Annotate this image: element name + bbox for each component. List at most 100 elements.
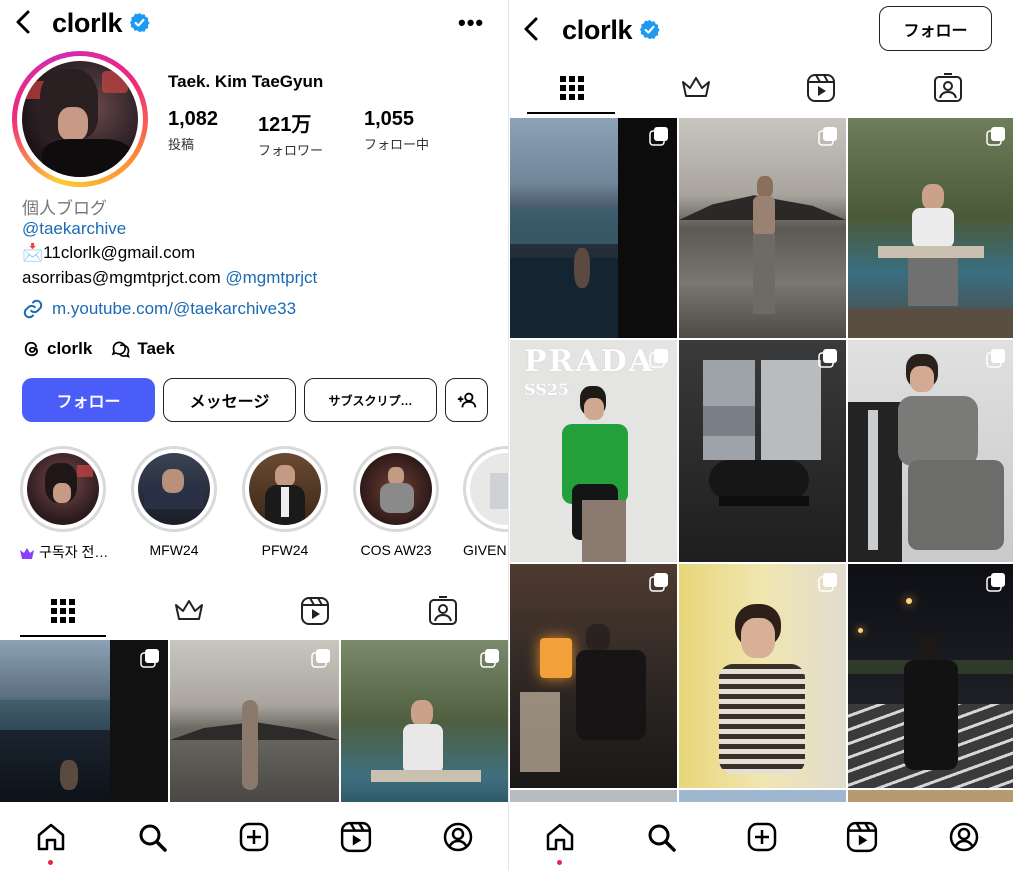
nav-profile[interactable] [946,819,982,855]
tab-reels[interactable] [791,62,851,114]
nav-create[interactable] [744,819,780,855]
grid-post[interactable] [848,564,1013,788]
nav-reels[interactable] [338,819,374,855]
threads-links: clorlk Taek [22,339,175,359]
suggest-users-button[interactable] [445,378,488,422]
more-options-icon[interactable]: ••• [458,10,484,36]
bio-handle-link[interactable]: @taekarchive [22,219,126,239]
highlight-item[interactable]: 구독자 전… [19,446,108,562]
stat-number: 1,055 [364,108,415,130]
nav-search[interactable] [643,819,679,855]
grid-post[interactable] [0,640,168,802]
multi-photo-icon [986,349,1005,368]
nav-home[interactable] [33,819,69,855]
profile-username: clorlk [562,15,633,45]
tab-subscriptions[interactable] [666,62,726,114]
grid-post[interactable] [170,640,339,802]
posts-count[interactable]: 1,082 投稿 [168,108,218,153]
chevron-left-icon[interactable] [518,15,546,43]
grid-post[interactable] [679,340,846,562]
tagged-icon [429,596,457,625]
grid-post[interactable] [679,118,846,338]
home-icon [546,823,574,851]
message-button[interactable]: メッセージ [163,378,296,422]
nav-search[interactable] [134,819,170,855]
bio-email: asorribas@mgmtprjct.com [22,268,221,287]
highlight-label: 구독자 전… [19,542,108,562]
threads-badge-2[interactable]: Taek [110,339,175,359]
grid-post[interactable] [848,118,1013,338]
grid-icon [560,76,584,100]
multi-photo-icon [649,349,668,368]
link-chain-icon [23,299,43,319]
chevron-left-icon[interactable] [10,8,38,36]
multi-photo-icon [986,573,1005,592]
highlight-label: COS AW23 [360,542,432,558]
highlight-cover [360,453,432,525]
grid-post[interactable] [341,640,508,802]
prada-logo-text: PRADA [524,344,655,379]
following-count[interactable]: 1,055 フォロー中 [364,108,429,153]
bio-email: 11clorlk@gmail.com [43,243,196,262]
crown-icon [175,600,203,620]
highlight-item[interactable]: GIVEN [463,446,508,558]
threads-name: Taek [137,339,175,358]
nav-profile[interactable] [440,819,476,855]
tab-tagged[interactable] [918,62,978,114]
profile-full-name: Taek. Kim TaeGyun [168,72,324,91]
highlight-label: MFW24 [149,542,199,558]
threads-username: clorlk [47,339,93,358]
highlight-item[interactable]: COS AW23 [352,446,440,558]
bio-email-line: 📩11clorlk@gmail.com [22,243,195,263]
highlight-cover [138,453,210,525]
tab-active-indicator [527,112,615,114]
highlight-label: GIVEN [463,542,507,558]
threads-badge[interactable]: clorlk [22,339,92,359]
profile-tabs [0,585,508,637]
home-icon [37,823,65,851]
tab-posts[interactable] [33,585,93,637]
multi-photo-icon [818,349,837,368]
link-text: m.youtube.com/@taekarchive33 [52,299,297,318]
stat-label: フォロー中 [364,137,430,152]
grid-post[interactable]: PRADA SS25 [510,340,677,562]
profile-username: clorlk [52,8,123,38]
profile-screen-right: clorlk フォロー PRADA SS25 [508,0,1013,870]
highlight-item[interactable]: MFW24 [130,446,218,558]
multi-photo-icon [649,573,668,592]
follow-button[interactable]: フォロー [22,378,155,422]
follow-button-compact[interactable]: フォロー [879,6,992,51]
multi-photo-icon [140,649,159,668]
profile-icon [443,822,473,852]
grid-post[interactable] [510,118,677,338]
highlight-item[interactable]: PFW24 [241,446,329,558]
crown-icon [682,77,710,97]
tab-tagged[interactable] [413,585,473,637]
nav-create[interactable] [236,819,272,855]
stat-label: フォロワー [258,143,324,158]
grid-post[interactable] [679,564,846,788]
search-icon [139,824,167,852]
verified-badge-icon [129,12,150,33]
profile-icon [949,822,979,852]
avatar-story-ring[interactable] [12,51,148,187]
tab-reels[interactable] [285,585,345,637]
multi-photo-icon [818,573,837,592]
grid-post[interactable] [510,564,677,788]
subscribe-button[interactable]: サブスクリプ… [304,378,437,422]
nav-home[interactable] [542,819,578,855]
bio-mention-link[interactable]: @mgmtprjct [225,268,317,287]
threads-icon [24,341,38,357]
grid-post[interactable] [848,340,1013,562]
profile-external-link[interactable]: m.youtube.com/@taekarchive33 [22,298,296,320]
envelope-icon: 📩 [22,243,44,262]
grid-icon [51,599,75,623]
tab-posts[interactable] [542,62,602,114]
followers-count[interactable]: 121万 フォロワー [258,108,323,159]
nav-reels[interactable] [844,819,880,855]
reels-icon [340,821,372,853]
tab-subscriptions[interactable] [159,585,219,637]
highlight-cover [470,453,508,525]
notification-dot [48,860,53,865]
prada-subtitle-text: SS25 [524,380,570,399]
